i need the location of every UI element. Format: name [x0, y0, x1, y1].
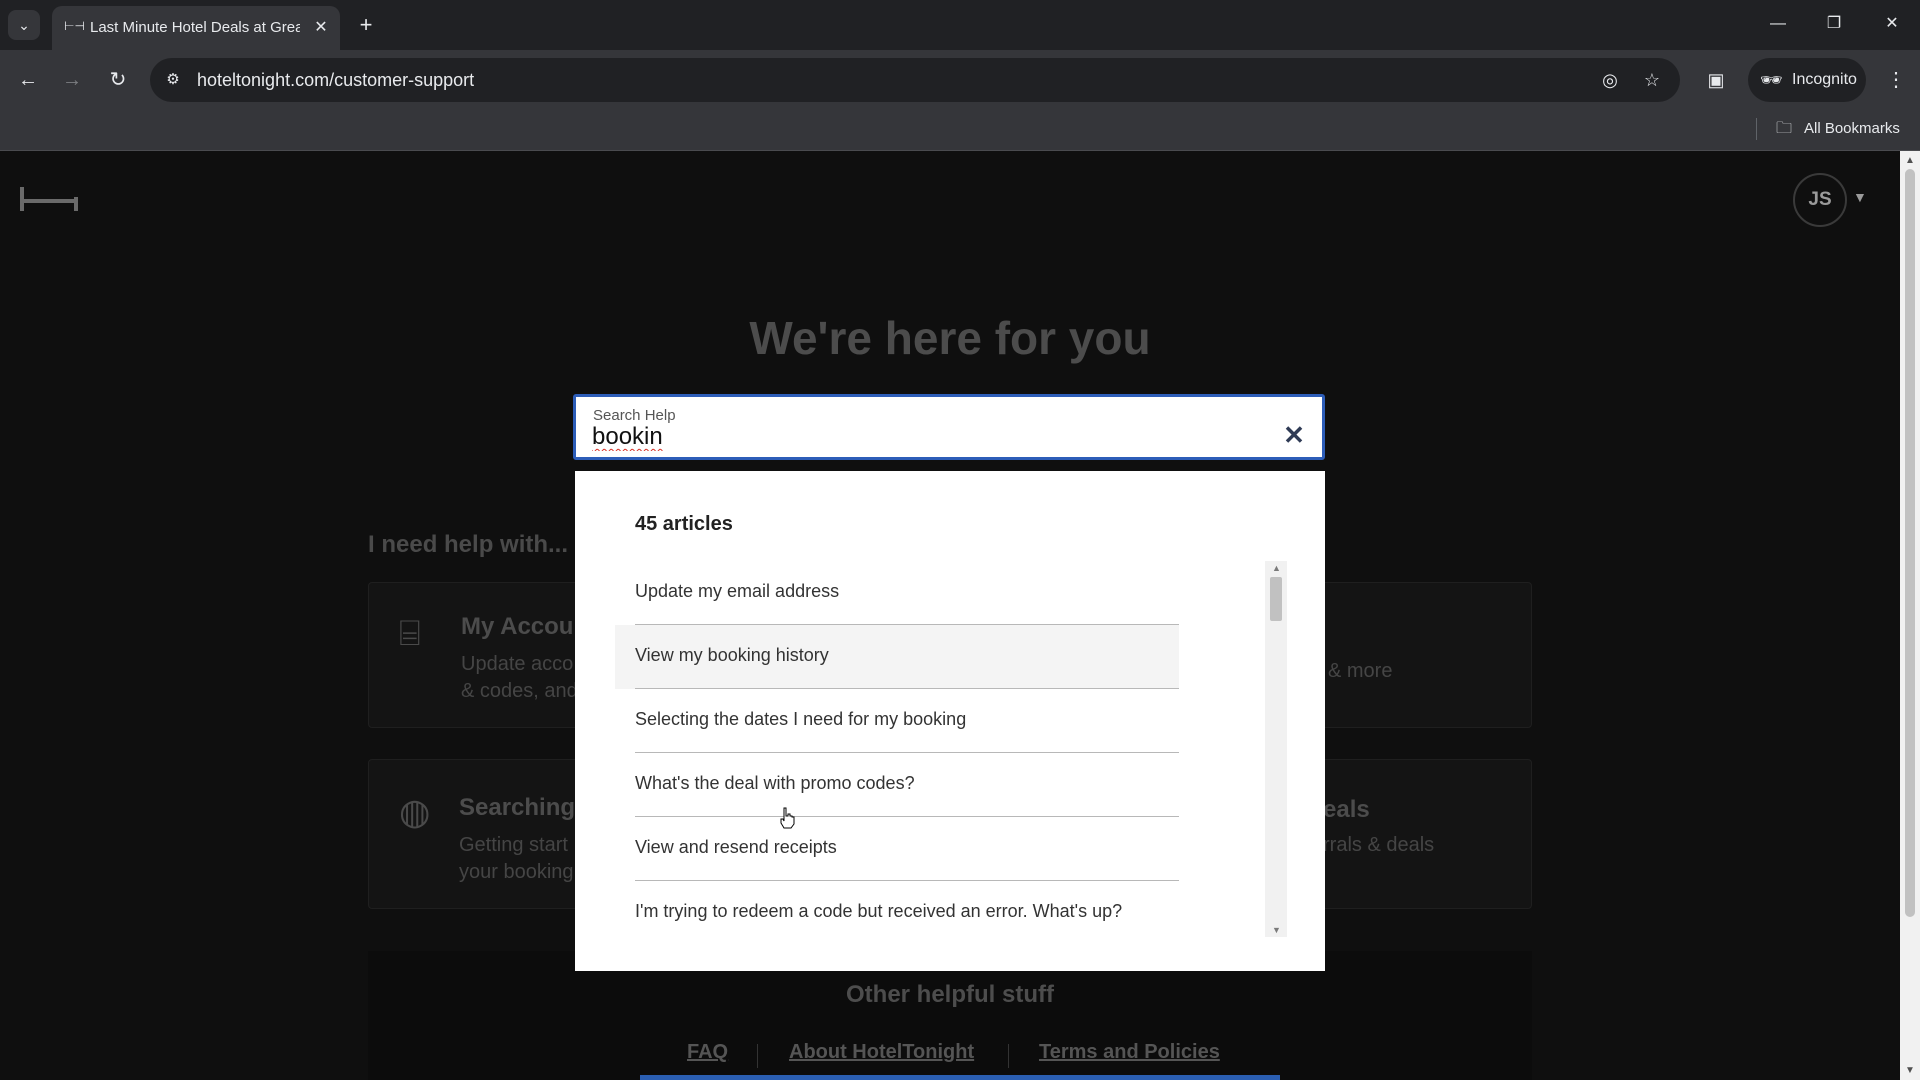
other-helpful-title: Other helpful stuff [846, 981, 1054, 1008]
hoteltonight-favicon-icon: ⊢⊣ [64, 19, 85, 33]
bookmarks-bar: 🗀 All Bookmarks [0, 110, 1920, 151]
result-item[interactable]: I'm trying to redeem a code but received… [615, 881, 1179, 941]
address-bar[interactable]: ⚙ hoteltonight.com/customer-support ◎ ☆ [150, 58, 1680, 102]
search-help-box[interactable]: Search Help ✕ [573, 394, 1325, 460]
page-content: JS ▼ We're here for you I need help with… [0, 151, 1900, 1080]
new-tab-button[interactable]: + [352, 12, 380, 40]
incognito-badge[interactable]: 🕶 Incognito [1748, 58, 1866, 102]
results-count: 45 articles [635, 513, 733, 535]
result-link[interactable]: Update my email address [635, 581, 839, 602]
card-description: & more [1328, 660, 1393, 682]
about-link[interactable]: About HotelTonight [789, 1041, 974, 1064]
result-link[interactable]: Selecting the dates I need for my bookin… [635, 709, 966, 730]
back-arrow-icon[interactable]: ← [12, 64, 44, 96]
tab-search-button[interactable]: ⌄ [8, 10, 40, 40]
browser-menu-icon[interactable]: ⋮ [1880, 64, 1912, 96]
page-scrollbar-thumb[interactable] [1905, 169, 1915, 917]
search-input[interactable] [592, 423, 1232, 451]
card-description: your booking [459, 861, 574, 883]
terms-link[interactable]: Terms and Policies [1039, 1041, 1220, 1064]
incognito-icon: 🕶 [1760, 70, 1783, 90]
minimize-icon[interactable]: — [1758, 8, 1798, 40]
page-scrollbar[interactable]: ▲ ▼ [1900, 151, 1920, 1080]
result-item[interactable]: Update my email address [615, 561, 1179, 625]
footer-separator [1008, 1044, 1009, 1068]
page-scroll-down-icon[interactable]: ▼ [1905, 1065, 1915, 1076]
avatar[interactable]: JS [1793, 173, 1847, 227]
search-label: Search Help [593, 407, 676, 424]
result-link[interactable]: I'm trying to redeem a code but received… [635, 901, 1122, 922]
site-info-icon[interactable]: ⚙ [162, 69, 184, 91]
all-bookmarks-label: All Bookmarks [1804, 120, 1900, 137]
scroll-up-arrow-icon[interactable]: ▲ [1272, 563, 1281, 573]
footer-separator [757, 1044, 758, 1068]
help-section-label: I need help with... [368, 531, 569, 558]
card-title: Searching [459, 794, 576, 821]
result-link[interactable]: What's the deal with promo codes? [635, 773, 915, 794]
forward-arrow-icon[interactable]: → [56, 64, 88, 96]
all-bookmarks-button[interactable]: 🗀 All Bookmarks [1776, 116, 1900, 142]
search-results-dropdown: 45 articles Update my email address View… [575, 471, 1325, 971]
card-title: My Accou [461, 613, 574, 640]
browser-toolbar: ← → ↻ ⚙ hoteltonight.com/customer-suppor… [0, 50, 1920, 110]
scroll-down-arrow-icon[interactable]: ▼ [1272, 925, 1281, 935]
results-scrollbar[interactable]: ▲ ▼ [1265, 561, 1287, 937]
result-link[interactable]: View my booking history [635, 645, 829, 666]
incognito-label: Incognito [1792, 71, 1857, 88]
results-list: Update my email address View my booking … [615, 561, 1179, 941]
card-description: & codes, and [461, 680, 578, 702]
url-text[interactable]: hoteltonight.com/customer-support [197, 70, 474, 91]
result-item[interactable]: Selecting the dates I need for my bookin… [615, 689, 1179, 753]
browser-tab-active[interactable]: ⊢⊣ Last Minute Hotel Deals at Great Pric… [52, 6, 340, 50]
footer-accent-bar [640, 1075, 1280, 1080]
result-link[interactable]: View and resend receipts [635, 837, 837, 858]
bookmarks-separator [1756, 118, 1757, 140]
result-item[interactable]: View and resend receipts [615, 817, 1179, 881]
folder-icon: 🗀 [1776, 120, 1793, 137]
window-close-icon[interactable]: ✕ [1872, 8, 1912, 40]
account-caret-icon[interactable]: ▼ [1853, 189, 1867, 205]
eye-off-icon[interactable]: ◎ [1598, 68, 1622, 92]
browser-tabstrip: ⌄ ⊢⊣ Last Minute Hotel Deals at Great Pr… [0, 0, 1920, 50]
hand-cursor-icon [780, 807, 795, 829]
card-description: Getting start [459, 834, 568, 856]
clear-search-icon[interactable]: ✕ [1282, 422, 1306, 448]
restore-icon[interactable]: ❐ [1814, 8, 1854, 40]
faq-link[interactable]: FAQ [687, 1041, 728, 1064]
bookmark-star-icon[interactable]: ☆ [1640, 68, 1664, 92]
hoteltonight-logo-icon[interactable] [20, 187, 78, 211]
account-icon: ⌸ [399, 612, 421, 653]
page-title: We're here for you [749, 312, 1151, 364]
side-panel-icon[interactable]: ▣ [1700, 64, 1732, 96]
page-scroll-up-icon[interactable]: ▲ [1905, 155, 1915, 166]
reload-icon[interactable]: ↻ [102, 64, 134, 96]
globe-icon: ◍ [399, 791, 431, 832]
card-description: Update acco [461, 653, 574, 675]
result-item[interactable]: View my booking history [615, 625, 1179, 689]
card-title: eals [1323, 796, 1370, 823]
results-scrollbar-thumb[interactable] [1270, 577, 1282, 621]
result-item[interactable]: What's the deal with promo codes? [615, 753, 1179, 817]
tab-title: Last Minute Hotel Deals at Great Prices [90, 19, 300, 36]
tab-close-icon[interactable]: ✕ [310, 17, 332, 39]
card-description: rrals & deals [1323, 834, 1435, 856]
